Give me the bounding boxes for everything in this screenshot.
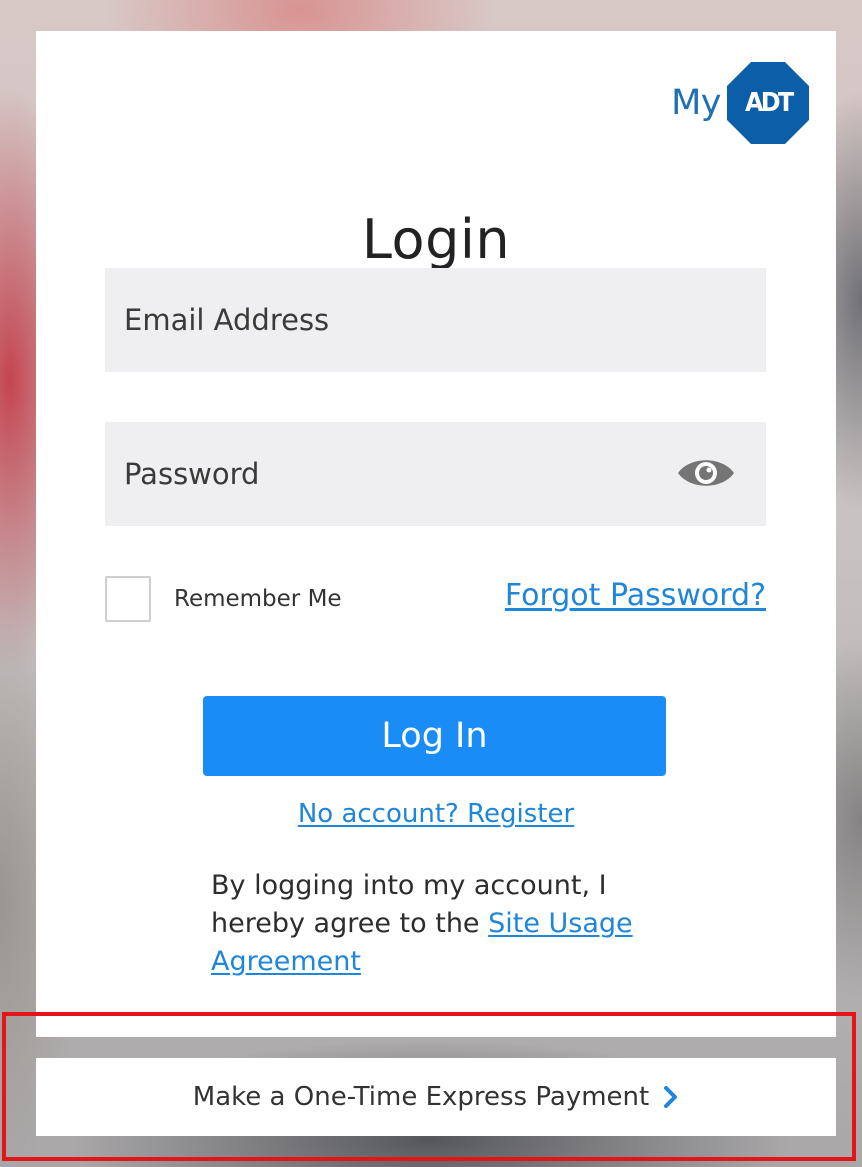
page-title: Login	[361, 208, 511, 271]
remember-me-label: Remember Me	[174, 586, 342, 612]
myadt-logo: My ADT	[671, 62, 809, 144]
login-button[interactable]: Log In	[203, 696, 666, 776]
chevron-right-icon	[664, 1086, 678, 1108]
express-payment-button[interactable]: Make a One-Time Express Payment	[36, 1058, 836, 1136]
email-input[interactable]	[124, 303, 644, 337]
express-payment-label: Make a One-Time Express Payment	[192, 1082, 650, 1112]
eye-icon[interactable]	[676, 453, 736, 493]
register-row: No account? Register	[36, 799, 836, 829]
forgot-password-link[interactable]: Forgot Password?	[505, 578, 766, 613]
password-input[interactable]	[124, 457, 644, 491]
logo-badge-text: ADT	[744, 88, 794, 118]
email-field-container	[105, 268, 766, 372]
remember-row: Remember Me Forgot Password?	[105, 576, 766, 628]
register-link[interactable]: No account? Register	[298, 799, 574, 829]
login-card: My ADT Login Remember Me Forgot Password…	[36, 31, 836, 1037]
password-field-container	[105, 422, 766, 526]
logo-my-text: My	[671, 83, 721, 123]
remember-me-checkbox[interactable]	[105, 576, 151, 622]
agreement-text: By logging into my account, I hereby agr…	[211, 867, 641, 981]
adt-octagon-badge: ADT	[727, 62, 809, 144]
